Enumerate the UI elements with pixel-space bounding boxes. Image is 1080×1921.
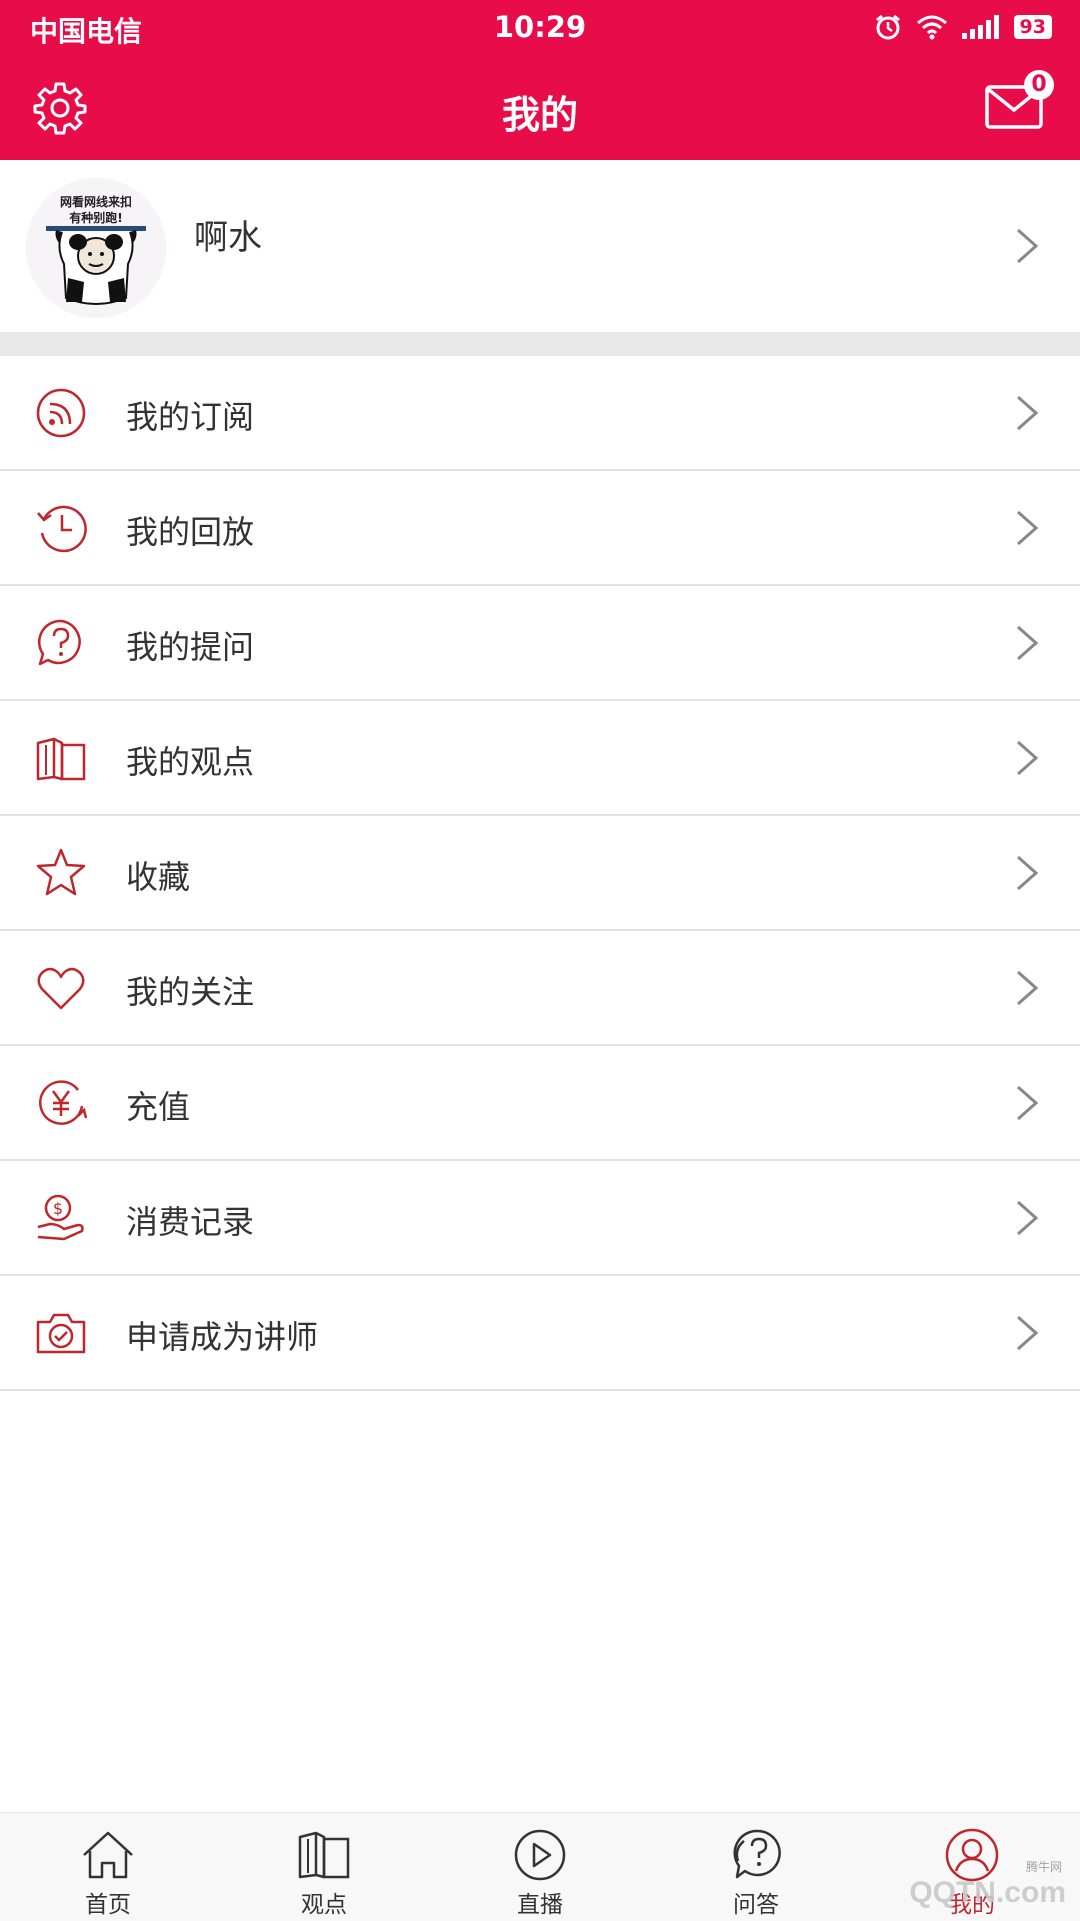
menu-item-following[interactable]: 我的关注 — [0, 931, 1080, 1046]
chevron-right-icon — [1017, 395, 1039, 431]
menu-item-favorites[interactable]: 收藏 — [0, 816, 1080, 931]
status-bar: 中国电信 10:29 93 — [0, 0, 1080, 54]
heart-icon — [37, 967, 85, 1010]
menu-item-replays[interactable]: 我的回放 — [0, 471, 1080, 586]
menu-item-label: 消费记录 — [126, 1203, 255, 1241]
tab-qa[interactable]: 问答 — [648, 1813, 864, 1921]
menu-item-subscriptions[interactable]: 我的订阅 — [0, 356, 1080, 471]
menu-item-spending-history[interactable]: $ 消费记录 — [0, 1161, 1080, 1276]
top-header: 中国电信 10:29 93 我的 0 — [0, 0, 1080, 160]
coin-hand-icon: $ — [37, 1194, 84, 1241]
open-book-icon — [298, 1831, 350, 1879]
panda-meme-avatar: 网看网线来扣 有种别跑! — [26, 178, 166, 318]
watermark-text: QQTN.com — [909, 1876, 1066, 1909]
menu-item-questions[interactable]: 我的提问 — [0, 586, 1080, 701]
chevron-right-icon — [1017, 970, 1039, 1006]
chevron-right-icon — [1017, 1200, 1039, 1236]
tab-label: 观点 — [301, 1892, 347, 1918]
chevron-right-icon — [1017, 228, 1039, 264]
chevron-right-icon — [1017, 625, 1039, 661]
menu-item-recharge[interactable]: 充值 — [0, 1046, 1080, 1161]
battery-icon: 93 — [1013, 15, 1052, 39]
rss-icon — [36, 388, 86, 438]
nav-bar: 我的 0 — [0, 54, 1080, 160]
menu-item-label: 收藏 — [126, 858, 191, 896]
menu-item-label: 我的关注 — [126, 973, 255, 1011]
alarm-icon — [875, 14, 900, 40]
menu-item-label: 我的订阅 — [126, 398, 255, 436]
menu-item-viewpoints[interactable]: 我的观点 — [0, 701, 1080, 816]
menu-item-label: 我的回放 — [126, 513, 255, 551]
section-divider — [0, 332, 1080, 356]
signal-icon — [961, 15, 999, 39]
wifi-icon — [916, 15, 947, 40]
menu-item-apply-lecturer[interactable]: 申请成为讲师 — [0, 1276, 1080, 1391]
tab-label: 问答 — [733, 1892, 779, 1918]
chevron-right-icon — [1017, 1315, 1039, 1351]
page-title: 我的 — [501, 93, 578, 137]
question-bubble-icon — [38, 619, 81, 666]
history-icon — [37, 505, 87, 553]
menu-item-label: 我的观点 — [126, 743, 255, 781]
menu-list: 我的订阅 我的回放 我的提问 我的观点 收藏 我的关注 充值 $ 消费记录 申请… — [0, 356, 1080, 1391]
tab-label: 首页 — [85, 1892, 131, 1918]
yuan-icon — [39, 1080, 88, 1125]
watermark-small: 腾牛网 — [1025, 1860, 1062, 1874]
play-icon — [514, 1829, 566, 1881]
chevron-right-icon — [1017, 1085, 1039, 1121]
profile-row[interactable]: 网看网线来扣 有种别跑! 啊水 — [0, 160, 1080, 332]
qqtn-watermark: 腾牛网 QQTN.com — [872, 1860, 1072, 1916]
chevron-right-icon — [1017, 510, 1039, 546]
camera-check-icon — [36, 1313, 86, 1354]
status-icons: 93 — [874, 10, 1052, 44]
tab-home[interactable]: 首页 — [0, 1813, 216, 1921]
home-icon — [83, 1831, 133, 1879]
menu-item-label: 我的提问 — [126, 628, 255, 666]
tab-label: 直播 — [517, 1892, 563, 1918]
tab-viewpoints[interactable]: 观点 — [216, 1813, 432, 1921]
open-book-icon — [36, 737, 86, 781]
message-count-badge: 0 — [1024, 70, 1054, 100]
menu-item-label: 申请成为讲师 — [126, 1318, 319, 1356]
avatar-caption-2: 有种别跑! — [69, 210, 122, 225]
menu-item-label: 充值 — [126, 1088, 191, 1126]
svg-text:$: $ — [53, 1199, 63, 1218]
avatar-caption-1: 网看网线来扣 — [60, 194, 132, 209]
tab-live[interactable]: 直播 — [432, 1813, 648, 1921]
messages-button[interactable]: 0 — [984, 70, 1054, 136]
chevron-right-icon — [1017, 855, 1039, 891]
avatar[interactable]: 网看网线来扣 有种别跑! — [26, 178, 166, 318]
chevron-right-icon — [1017, 740, 1039, 776]
star-icon — [36, 848, 86, 896]
question-bubble-icon — [733, 1829, 781, 1879]
username: 啊水 — [194, 218, 262, 258]
